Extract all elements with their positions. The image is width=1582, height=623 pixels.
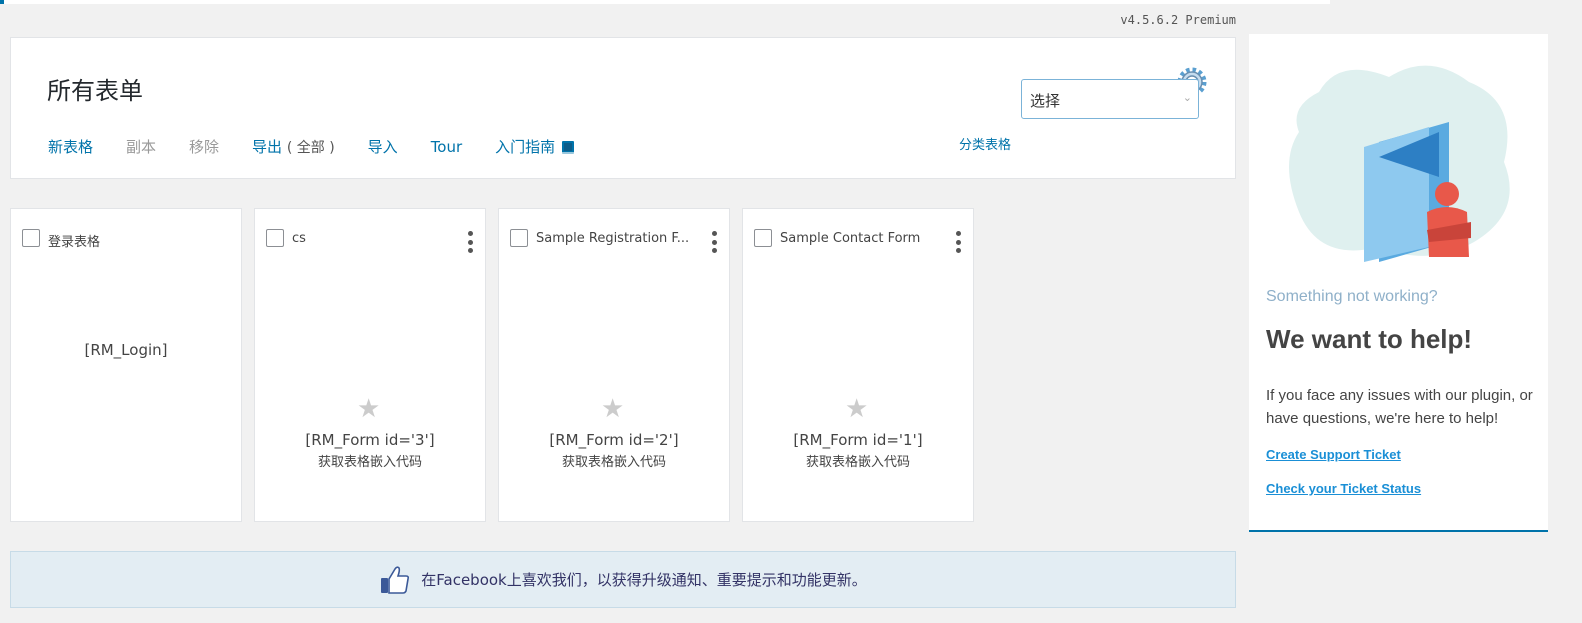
- getting-started-label: 入门指南: [495, 138, 556, 156]
- help-subtitle: Something not working?: [1266, 288, 1438, 305]
- import-button[interactable]: 导入: [368, 136, 398, 157]
- form-shortcode: [RM_Login]: [84, 341, 168, 359]
- create-support-ticket-link[interactable]: Create Support Ticket: [1266, 447, 1401, 462]
- get-embed-code-link[interactable]: 获取表格嵌入代码: [255, 451, 485, 470]
- form-card-name: Sample Registration F...: [536, 231, 690, 246]
- chevron-down-icon: ⌄: [1182, 91, 1192, 104]
- help-title: We want to help!: [1266, 324, 1473, 354]
- form-card-checkbox[interactable]: [22, 229, 40, 247]
- form-card[interactable]: Sample Contact Form ★ [RM_Form id='1'] 获…: [742, 208, 974, 522]
- facebook-banner-text: 在Facebook上喜欢我们，以获得升级通知、重要提示和功能更新。: [421, 571, 867, 589]
- new-form-button[interactable]: 新表格: [48, 136, 93, 157]
- form-shortcode: [RM_Form id='3']: [305, 431, 435, 449]
- check-ticket-status-link[interactable]: Check your Ticket Status: [1266, 481, 1421, 496]
- form-card-login[interactable]: 登录表格 [RM_Login]: [10, 208, 242, 522]
- remove-button[interactable]: 移除: [189, 136, 219, 157]
- tour-button[interactable]: Tour: [431, 138, 462, 156]
- export-label: 导出: [252, 138, 283, 156]
- form-shortcode: [RM_Form id='1']: [793, 431, 923, 449]
- star-icon[interactable]: ★: [845, 395, 868, 421]
- help-text: If you face any issues with our plugin, …: [1266, 387, 1533, 427]
- facebook-like-banner[interactable]: 在Facebook上喜欢我们，以获得升级通知、重要提示和功能更新。: [10, 551, 1236, 608]
- form-card-checkbox[interactable]: [266, 229, 284, 247]
- more-options-icon[interactable]: [467, 231, 473, 253]
- export-button[interactable]: 导出 ( 全部 ): [252, 136, 335, 157]
- star-icon[interactable]: ★: [357, 395, 380, 421]
- get-embed-code-link[interactable]: 获取表格嵌入代码: [743, 451, 973, 470]
- thumbs-up-icon: [381, 565, 410, 594]
- getting-started-link[interactable]: 入门指南: [495, 136, 575, 157]
- admin-notice-bar: [0, 0, 1330, 4]
- form-card-name: cs: [292, 231, 306, 246]
- star-icon[interactable]: ★: [601, 395, 624, 421]
- form-card[interactable]: cs ★ [RM_Form id='3'] 获取表格嵌入代码: [254, 208, 486, 522]
- form-card[interactable]: Sample Registration F... ★ [RM_Form id='…: [498, 208, 730, 522]
- form-card-name: 登录表格: [48, 235, 101, 250]
- support-illustration: [1289, 65, 1510, 262]
- duplicate-button[interactable]: 副本: [126, 136, 156, 157]
- more-options-icon[interactable]: [955, 231, 961, 253]
- form-card-name: Sample Contact Form: [780, 231, 921, 246]
- form-card-checkbox[interactable]: [510, 229, 528, 247]
- form-card-checkbox[interactable]: [754, 229, 772, 247]
- plugin-version: v4.5.6.2 Premium: [1120, 13, 1236, 27]
- forms-toolbar: 新表格 副本 移除 导出 ( 全部 ) 导入 Tour 入门指南: [48, 136, 575, 157]
- more-options-icon[interactable]: [711, 231, 717, 253]
- page-title: 所有表单: [47, 77, 143, 105]
- category-label: 分类表格: [959, 138, 1012, 153]
- category-select-value: 选择: [1030, 92, 1061, 110]
- help-sidebar: Something not working? We want to help! …: [1249, 34, 1548, 532]
- form-shortcode: [RM_Form id='2']: [549, 431, 679, 449]
- export-all-label: ( 全部 ): [286, 140, 335, 156]
- get-embed-code-link[interactable]: 获取表格嵌入代码: [499, 451, 729, 470]
- book-icon: [562, 141, 575, 154]
- category-select[interactable]: 选择 ⌄: [1021, 79, 1199, 119]
